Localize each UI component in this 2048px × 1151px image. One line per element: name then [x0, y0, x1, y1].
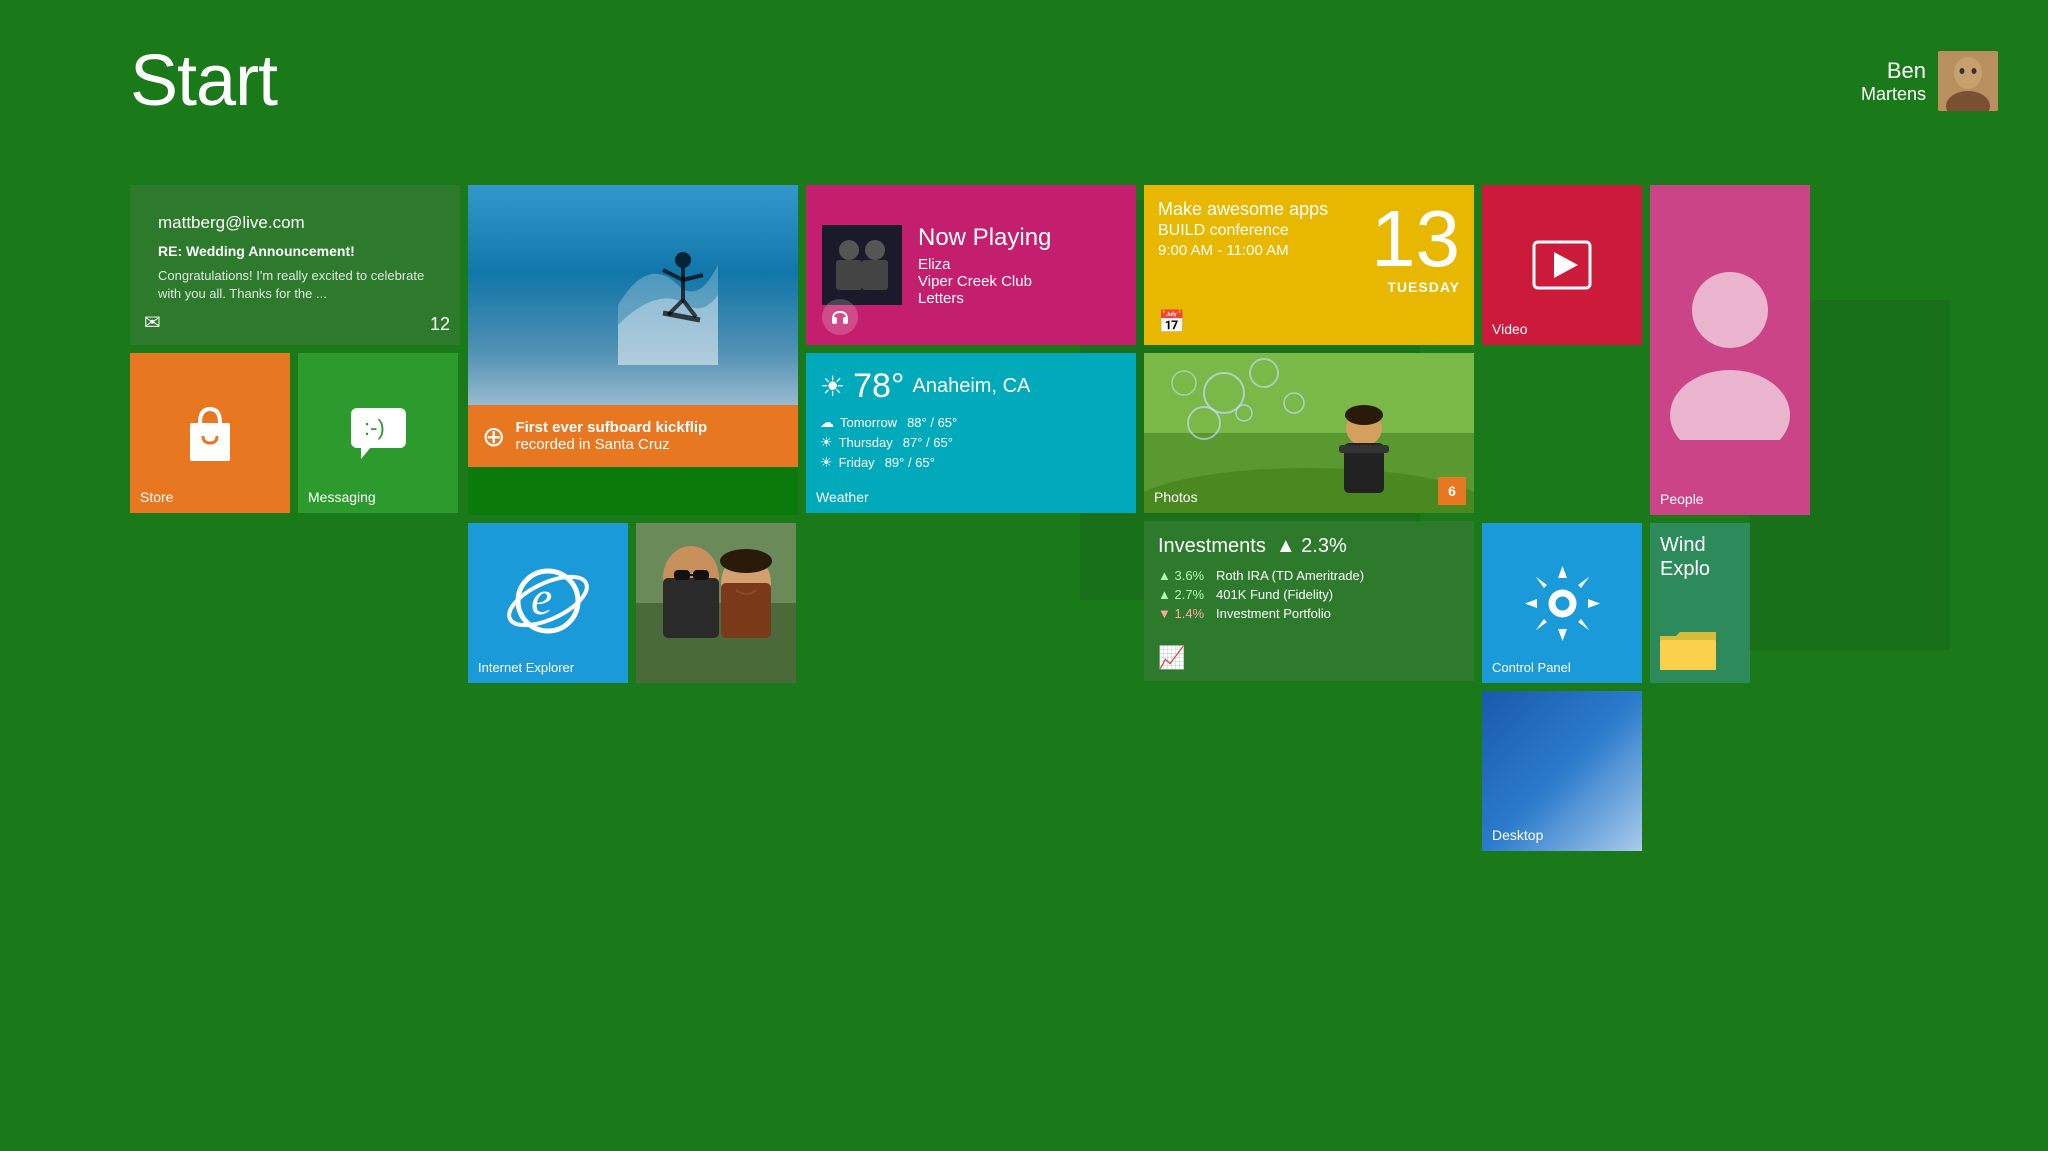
ie-icon: e	[503, 556, 593, 646]
invest-name-1: Roth IRA (TD Ameritrade)	[1216, 568, 1364, 583]
people-tile[interactable]: People	[1650, 185, 1810, 515]
photo-selfie-tile[interactable]	[636, 523, 796, 683]
video-play-icon	[1532, 240, 1592, 290]
calendar-icon: 📅	[1158, 309, 1185, 335]
photos-count-badge: 6	[1438, 477, 1466, 505]
weather-thursday: ☀ Thursday 87° / 65°	[820, 434, 1122, 451]
email-subject: RE: Wedding Announcement!	[144, 243, 446, 263]
weather-tomorrow: ☁ Tomorrow 88° / 65°	[820, 414, 1122, 431]
rss-icon: ⊕	[482, 420, 505, 453]
calendar-time: 9:00 AM - 11:00 AM	[1158, 242, 1328, 259]
investments-title: Investments	[1158, 535, 1266, 558]
weather-tile[interactable]: ☀ 78° Anaheim, CA ☁ Tomorrow 88° / 65° ☀…	[806, 353, 1136, 513]
rss-text: First ever sufboard kickflip recorded in…	[515, 419, 707, 453]
people-label: People	[1660, 491, 1704, 507]
ie-icon-container: e	[503, 556, 593, 651]
explorer-text: Wind Explo	[1660, 533, 1740, 581]
investments-header: Investments ▲ 2.3%	[1158, 535, 1460, 558]
store-tile[interactable]: Store	[130, 353, 290, 513]
col-4: Make awesome apps BUILD conference 9:00 …	[1144, 185, 1474, 851]
email-preview: Congratulations! I'm really excited to c…	[144, 267, 446, 302]
investments-change: ▲ 2.3%	[1276, 535, 1347, 558]
calendar-event: Make awesome apps	[1158, 199, 1328, 220]
tiles-container: mattberg@live.com RE: Wedding Announceme…	[130, 185, 1810, 851]
invest-row-3: ▼ 1.4% Investment Portfolio	[1158, 606, 1460, 621]
col-1: mattberg@live.com RE: Wedding Announceme…	[130, 185, 460, 851]
invest-name-3: Investment Portfolio	[1216, 606, 1331, 621]
folder-icon	[1658, 628, 1718, 673]
headphones-icon	[822, 299, 858, 335]
desktop-tile[interactable]: Desktop	[1482, 691, 1642, 851]
chart-icon: 📈	[1158, 645, 1185, 671]
music-info: Now Playing Eliza Viper Creek Club Lette…	[918, 224, 1051, 307]
ie-tile[interactable]: e Internet Explorer	[468, 523, 628, 683]
store-bag-icon	[180, 401, 240, 466]
row-store-messaging: Store :-) Messaging	[130, 353, 460, 513]
album-art	[822, 225, 902, 305]
photos-tile[interactable]: Photos 6	[1144, 353, 1474, 513]
email-count: 12	[430, 314, 450, 335]
invest-row-2: ▲ 2.7% 401K Fund (Fidelity)	[1158, 587, 1460, 602]
header: Start Ben Martens	[130, 40, 1998, 122]
selfie-image	[636, 523, 796, 683]
calendar-tile[interactable]: Make awesome apps BUILD conference 9:00 …	[1144, 185, 1474, 345]
messaging-label: Messaging	[308, 489, 376, 505]
cloud-icon: ☁	[820, 414, 834, 431]
user-text: Ben Martens	[1861, 58, 1926, 105]
control-panel-label: Control Panel	[1492, 660, 1571, 675]
weather-temp: 78°	[853, 367, 904, 406]
surf-tile[interactable]: ⊕ First ever sufboard kickflip recorded …	[468, 185, 798, 515]
surfer-icon	[618, 205, 718, 365]
windows-explorer-tile[interactable]: Wind Explo	[1650, 523, 1750, 683]
person-silhouette-icon	[1660, 260, 1800, 440]
calendar-content: Make awesome apps BUILD conference 9:00 …	[1158, 199, 1460, 295]
desktop-label: Desktop	[1492, 827, 1543, 843]
user-profile[interactable]: Ben Martens	[1861, 51, 1998, 111]
weather-city: Anaheim, CA	[913, 375, 1031, 398]
photos-label: Photos	[1154, 489, 1198, 505]
row-video-people: Video People	[1482, 185, 1810, 515]
video-tile[interactable]: Video	[1482, 185, 1642, 345]
user-last-name: Martens	[1861, 84, 1926, 105]
calendar-right: 13 TUESDAY	[1371, 199, 1460, 295]
user-first-name: Ben	[1861, 58, 1926, 84]
store-label: Store	[140, 489, 173, 505]
row-ie-photo: e Internet Explorer	[468, 523, 798, 683]
row-control-explorer: Control Panel Wind Explo	[1482, 523, 1810, 683]
weather-sun-icon: ☀	[820, 370, 845, 403]
sun-icon-small2: ☀	[820, 454, 833, 471]
calendar-conference: BUILD conference	[1158, 222, 1328, 240]
invest-name-2: 401K Fund (Fidelity)	[1216, 587, 1333, 602]
investments-tile[interactable]: Investments ▲ 2.3% ▲ 3.6% Roth IRA (TD A…	[1144, 521, 1474, 681]
invest-pct-2: ▲ 2.7%	[1158, 587, 1208, 602]
sun-icon-small: ☀	[820, 434, 833, 451]
weather-friday: ☀ Friday 89° / 65°	[820, 454, 1122, 471]
messaging-tile[interactable]: :-) Messaging	[298, 353, 458, 513]
email-tile[interactable]: mattberg@live.com RE: Wedding Announceme…	[130, 185, 460, 345]
rss-bar: ⊕ First ever sufboard kickflip recorded …	[468, 405, 798, 467]
col-2: ⊕ First ever sufboard kickflip recorded …	[468, 185, 798, 851]
weather-main: ☀ 78° Anaheim, CA	[820, 367, 1122, 406]
invest-pct-3: ▼ 1.4%	[1158, 606, 1208, 621]
svg-text::-): :-)	[364, 415, 385, 440]
calendar-left: Make awesome apps BUILD conference 9:00 …	[1158, 199, 1328, 259]
page-title: Start	[130, 40, 277, 122]
col-3: Now Playing Eliza Viper Creek Club Lette…	[806, 185, 1136, 851]
control-panel-tile[interactable]: Control Panel	[1482, 523, 1642, 683]
invest-pct-1: ▲ 3.6%	[1158, 568, 1208, 583]
email-icon: ✉	[144, 310, 161, 335]
surf-image	[468, 185, 798, 405]
calendar-day-number: 13	[1371, 199, 1460, 279]
music-tile[interactable]: Now Playing Eliza Viper Creek Club Lette…	[806, 185, 1136, 345]
col-5: Video People	[1482, 185, 1810, 851]
invest-row-1: ▲ 3.6% Roth IRA (TD Ameritrade)	[1158, 568, 1460, 583]
weather-label: Weather	[816, 489, 869, 505]
video-label: Video	[1492, 321, 1528, 337]
ie-label: Internet Explorer	[478, 660, 574, 675]
gear-icon	[1525, 566, 1600, 641]
avatar	[1938, 51, 1998, 111]
email-from: mattberg@live.com	[144, 199, 446, 239]
messaging-icon: :-)	[346, 403, 411, 463]
